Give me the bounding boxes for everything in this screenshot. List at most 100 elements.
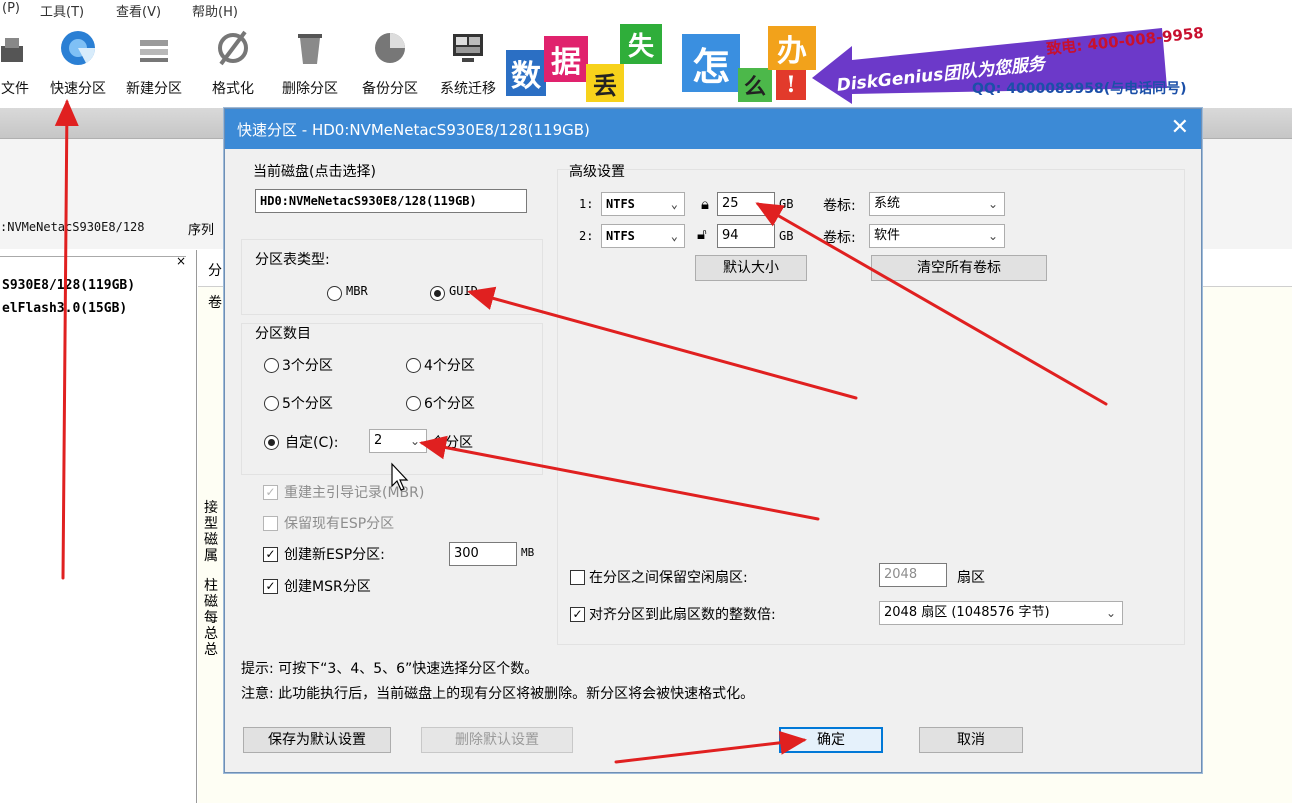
clear-all-labels-button[interactable]: 清空所有卷标 [871,255,1047,281]
row1-size-input[interactable]: 25 [717,192,775,216]
count-3-label: 3个分区 [282,358,333,374]
disk-info-text: :NVMeNetacS930E8/128 [0,220,145,234]
create-msr-label: 创建MSR分区 [284,579,371,595]
row1-unit: GB [779,197,794,211]
disk-tree-pane: × S930E8/128(119GB) elFlash3.0(15GB) [0,250,197,803]
save-default-button[interactable]: 保存为默认设置 [243,727,391,753]
row1-volume-select[interactable]: 系统 ⌄ [869,192,1005,216]
guid-label: GUID [449,284,478,298]
banner-tile: 据 [544,36,588,82]
close-icon[interactable]: ✕ [1171,115,1189,140]
reserve-gap-checkbox[interactable] [570,570,585,585]
diskgenius-banner[interactable]: 数 据 丢 失 怎 么 办 ! DiskGenius团队为您服务 致电: 400… [506,20,1292,104]
chevron-down-icon: ⌄ [409,434,420,448]
guid-radio[interactable] [430,286,445,301]
row2-size-input[interactable]: 94 [717,224,775,248]
custom-count-label: 自定(C): [285,435,339,451]
menu-item-help[interactable]: 帮助(H) [192,1,238,20]
keep-esp-checkbox[interactable] [263,516,278,531]
count-5-label: 5个分区 [282,396,333,412]
tree-header-line [0,256,186,257]
dialog-title-bar[interactable]: 快速分区 - HD0:NVMeNetacS930E8/128(119GB) ✕ [225,109,1201,149]
banner-tile: 失 [620,24,662,64]
banner-tile: 数 [506,50,546,96]
count-4-radio[interactable] [406,358,421,373]
row2-volume-label: 卷标: [823,230,856,246]
toolbar-delete-partition-button[interactable]: 删除分区 [274,28,346,102]
hint-text: 提示: 可按下“3、4、5、6”快速选择分区个数。 [241,661,539,677]
cancel-button[interactable]: 取消 [919,727,1023,753]
row2-filesystem-select[interactable]: NTFS ⌄ [601,224,685,248]
align-checkbox[interactable]: ✓ [570,607,585,622]
row2-unit: GB [779,229,794,243]
reserve-gap-unit: 扇区 [957,570,985,586]
menu-item-partition[interactable]: (P) [2,1,20,16]
current-disk-label: 当前磁盘(点击选择) [253,164,376,180]
banner-tile: 怎 [682,34,740,92]
rebuild-mbr-checkbox[interactable]: ✓ [263,485,278,500]
align-select[interactable]: 2048 扇区 (1048576 字节) ⌄ [879,601,1123,625]
custom-count-radio[interactable] [264,435,279,450]
custom-count-suffix: 个分区 [431,435,473,451]
chevron-down-icon: ⌄ [1105,606,1116,620]
toolbar-quick-partition-button[interactable]: 快速分区 [42,28,114,102]
create-esp-checkbox[interactable]: ✓ [263,547,278,562]
banner-tile: 丢 [586,64,624,102]
chevron-down-icon: ⌄ [670,229,678,243]
create-msr-checkbox[interactable]: ✓ [263,579,278,594]
reserve-gap-input[interactable]: 2048 [879,563,947,587]
quick-partition-icon [61,31,95,65]
system-migrate-icon [453,34,483,62]
new-partition-icon [140,40,168,62]
toolbar-system-migrate-button[interactable]: 系统迁移 [432,28,504,102]
mouse-cursor-icon [391,462,409,491]
dialog-title: 快速分区 - HD0:NVMeNetacS930E8/128(119GB) [237,121,590,139]
ok-button[interactable]: 确定 [779,727,883,753]
row2-volume-select[interactable]: 软件 ⌄ [869,224,1005,248]
warning-note: 注意: 此功能执行后，当前磁盘上的现有分区将被删除。新分区将会被快速格式化。 [241,686,755,702]
row1-filesystem-select[interactable]: NTFS ⌄ [601,192,685,216]
esp-size-input[interactable]: 300 [449,542,517,566]
toolbar-new-partition-button[interactable]: 新建分区 [118,28,190,102]
banner-tile: 办 [768,26,816,70]
partition-count-label: 分区数目 [255,326,311,342]
row2-index: 2: [579,229,594,243]
toolbar-format-button[interactable]: 格式化 [202,28,264,102]
toolbar-file-button[interactable]: 文件 [0,28,36,102]
mbr-radio[interactable] [327,286,342,301]
delete-default-button[interactable]: 删除默认设置 [421,727,573,753]
tab-partition[interactable]: 分 [208,260,222,280]
tree-item-disk0[interactable]: S930E8/128(119GB) [2,278,135,293]
chevron-down-icon: ⌄ [987,229,998,243]
serial-label: 序列 [188,223,215,238]
volume-label: 卷 [208,295,222,311]
align-label: 对齐分区到此扇区数的整数倍: [589,607,776,623]
disk-properties-labels: 接型磁属 柱磁每总总 [204,500,218,658]
count-6-label: 6个分区 [424,396,475,412]
custom-count-spinner[interactable]: 2 ⌄ [369,429,427,453]
toolbar-backup-partition-button[interactable]: 备份分区 [354,28,426,102]
count-3-radio[interactable] [264,358,279,373]
menu-item-tools[interactable]: 工具(T) [40,1,84,20]
delete-partition-icon [298,34,322,64]
count-6-radio[interactable] [406,396,421,411]
menu-bar: (P) 工具(T) 查看(V) 帮助(H) [0,0,1292,22]
advanced-settings-label: 高级设置 [569,164,625,180]
backup-partition-icon [375,33,405,63]
tree-item-disk1[interactable]: elFlash3.0(15GB) [2,301,127,316]
keep-esp-label: 保留现有ESP分区 [284,516,395,532]
banner-qq: QQ: 4000089958(与电话同号) [972,81,1187,97]
lock-icon[interactable]: 🔒︎ [701,195,709,213]
row1-index: 1: [579,197,594,211]
default-size-button[interactable]: 默认大小 [695,255,807,281]
current-disk-field[interactable]: HD0:NVMeNetacS930E8/128(119GB) [255,189,527,213]
close-icon[interactable]: × [176,254,186,268]
menu-item-view[interactable]: 查看(V) [116,1,161,20]
partition-table-label: 分区表类型: [255,252,330,268]
count-5-radio[interactable] [264,396,279,411]
unlock-icon[interactable]: 🔓︎ [697,225,707,243]
quick-partition-dialog: 快速分区 - HD0:NVMeNetacS930E8/128(119GB) ✕ … [224,108,1202,773]
esp-unit: MB [521,546,535,559]
reserve-gap-label: 在分区之间保留空闲扇区: [589,570,748,586]
create-esp-label: 创建新ESP分区: [284,547,385,563]
